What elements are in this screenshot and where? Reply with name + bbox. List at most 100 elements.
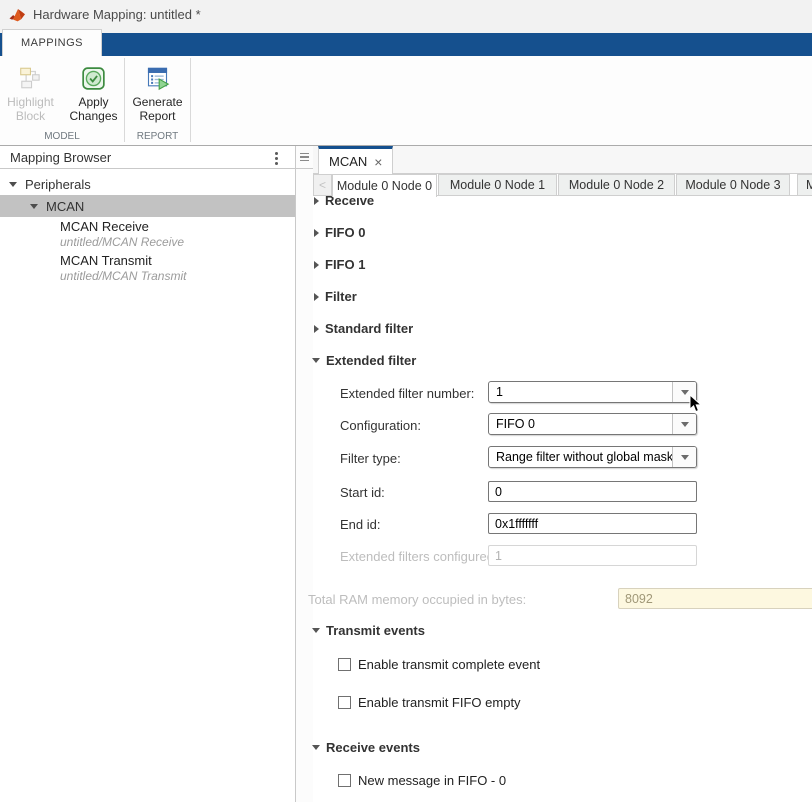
report-group: Generate Report REPORT: [126, 56, 189, 145]
kebab-menu-icon[interactable]: [269, 150, 283, 166]
chevron-down-icon[interactable]: [672, 414, 696, 434]
tree-node-mcan-transmit[interactable]: MCAN Transmit untitled/MCAN Transmit: [60, 253, 186, 283]
document-tab-mcan[interactable]: MCAN ×: [318, 146, 393, 174]
total-ram-input: [618, 588, 812, 609]
toolbar-separator: [124, 58, 125, 142]
extended-filters-configured-input: [488, 545, 697, 566]
dropdown-value: 1: [489, 382, 672, 402]
mapping-browser-panel: Mapping Browser Peripherals MCAN MCAN Re…: [0, 146, 296, 802]
tab-module0-node3[interactable]: Module 0 Node 3: [676, 174, 790, 196]
section-fifo0[interactable]: FIFO 0: [314, 225, 365, 240]
section-label: Standard filter: [325, 321, 413, 336]
enable-transmit-fifo-empty-checkbox[interactable]: Enable transmit FIFO empty: [338, 695, 521, 710]
highlight-block-label: Highlight Block: [7, 95, 54, 123]
window-title: Hardware Mapping: untitled *: [33, 7, 201, 22]
checkbox-box[interactable]: [338, 658, 351, 671]
document-tab-label: MCAN: [329, 154, 367, 169]
matlab-logo-icon: [9, 6, 27, 24]
close-icon[interactable]: ×: [374, 155, 382, 169]
section-label: Extended filter: [326, 353, 416, 368]
start-id-label: Start id:: [340, 485, 385, 500]
chevron-down-icon[interactable]: [672, 447, 696, 467]
model-group-label: MODEL: [0, 131, 124, 142]
checkbox-box[interactable]: [338, 696, 351, 709]
tree-node-mcan[interactable]: MCAN: [0, 195, 295, 217]
checkbox-label: Enable transmit FIFO empty: [358, 695, 521, 710]
tree-node-label: MCAN: [46, 199, 84, 214]
checkbox-label: Enable transmit complete event: [358, 657, 540, 672]
caret-right-icon: [314, 229, 319, 237]
toolbar-separator: [190, 58, 191, 142]
section-extended-filter[interactable]: Extended filter: [312, 353, 416, 368]
caret-down-icon: [312, 745, 320, 750]
enable-transmit-complete-checkbox[interactable]: Enable transmit complete event: [338, 657, 540, 672]
tab-module0-node1[interactable]: Module 0 Node 1: [438, 174, 557, 196]
checkbox-label: New message in FIFO - 0: [358, 773, 506, 788]
tab-mappings[interactable]: MAPPINGS: [2, 29, 102, 56]
caret-right-icon: [314, 293, 319, 301]
peripheral-name: MCAN Transmit: [60, 253, 186, 268]
peripheral-name: MCAN Receive: [60, 219, 184, 234]
peripheral-path: untitled/MCAN Transmit: [60, 269, 186, 283]
dropdown-value: Range filter without global mask: [489, 447, 672, 467]
dropdown-value: FIFO 0: [489, 414, 672, 434]
section-label: Transmit events: [326, 623, 425, 638]
tab-module0-node4-partial[interactable]: M: [797, 174, 812, 196]
caret-right-icon: [314, 261, 319, 269]
highlight-block-icon: [17, 64, 45, 92]
panel-divider-strip: [296, 146, 313, 802]
generate-report-button[interactable]: Generate Report: [127, 56, 189, 128]
model-group: Highlight Block Apply Changes: [0, 56, 124, 145]
caret-down-icon: [312, 358, 320, 363]
configuration-label: Configuration:: [340, 418, 421, 433]
caret-right-icon: [314, 325, 319, 333]
titlebar: Hardware Mapping: untitled *: [0, 0, 812, 29]
apply-changes-icon: [80, 64, 108, 92]
hardware-mapping-window: Hardware Mapping: untitled * MAPPINGS: [0, 0, 812, 802]
end-id-label: End id:: [340, 517, 380, 532]
caret-right-icon: [314, 197, 319, 205]
mouse-cursor-icon: [689, 394, 703, 414]
document-tabbar: MCAN ×: [313, 146, 812, 174]
section-label: Receive events: [326, 740, 420, 755]
ribbon-accent-band: [0, 33, 812, 56]
tab-module0-node0[interactable]: Module 0 Node 0: [332, 174, 437, 197]
end-id-input[interactable]: [488, 513, 697, 534]
tree-node-mcan-receive[interactable]: MCAN Receive untitled/MCAN Receive: [60, 219, 184, 249]
section-label: FIFO 0: [325, 225, 365, 240]
section-standard-filter[interactable]: Standard filter: [314, 321, 413, 336]
apply-changes-button[interactable]: Apply Changes: [63, 56, 124, 128]
extended-filter-number-label: Extended filter number:: [340, 386, 474, 401]
tree-node-peripherals[interactable]: Peripherals: [0, 173, 295, 195]
extended-filter-number-dropdown[interactable]: 1: [488, 381, 697, 403]
section-label: Filter: [325, 289, 357, 304]
total-ram-label: Total RAM memory occupied in bytes:: [308, 592, 526, 607]
peripheral-path: untitled/MCAN Receive: [60, 235, 184, 249]
section-transmit-events[interactable]: Transmit events: [312, 623, 425, 638]
generate-report-icon: [144, 64, 172, 92]
report-group-label: REPORT: [126, 131, 189, 142]
section-filter[interactable]: Filter: [314, 289, 357, 304]
mapping-browser-header: Mapping Browser: [0, 146, 295, 169]
caret-down-icon: [312, 628, 320, 633]
tab-module0-node2[interactable]: Module 0 Node 2: [558, 174, 675, 196]
configuration-dropdown[interactable]: FIFO 0: [488, 413, 697, 435]
section-fifo1[interactable]: FIFO 1: [314, 257, 365, 272]
new-message-fifo0-checkbox[interactable]: New message in FIFO - 0: [338, 773, 506, 788]
ribbon-tab-row: MAPPINGS: [0, 29, 812, 56]
generate-report-label: Generate Report: [132, 95, 182, 123]
apply-changes-label: Apply Changes: [69, 95, 117, 123]
caret-down-icon: [30, 204, 38, 209]
panel-menu-icon[interactable]: [296, 146, 313, 169]
section-receive-events[interactable]: Receive events: [312, 740, 420, 755]
start-id-input[interactable]: [488, 481, 697, 502]
checkbox-box[interactable]: [338, 774, 351, 787]
filter-type-label: Filter type:: [340, 451, 401, 466]
highlight-block-button[interactable]: Highlight Block: [0, 56, 61, 128]
section-label: FIFO 1: [325, 257, 365, 272]
mapping-browser-title: Mapping Browser: [10, 150, 111, 165]
toolstrip: Highlight Block Apply Changes: [0, 56, 812, 146]
tree-node-label: Peripherals: [25, 177, 91, 192]
filter-type-dropdown[interactable]: Range filter without global mask: [488, 446, 697, 468]
scroll-left-icon[interactable]: <: [313, 174, 332, 196]
